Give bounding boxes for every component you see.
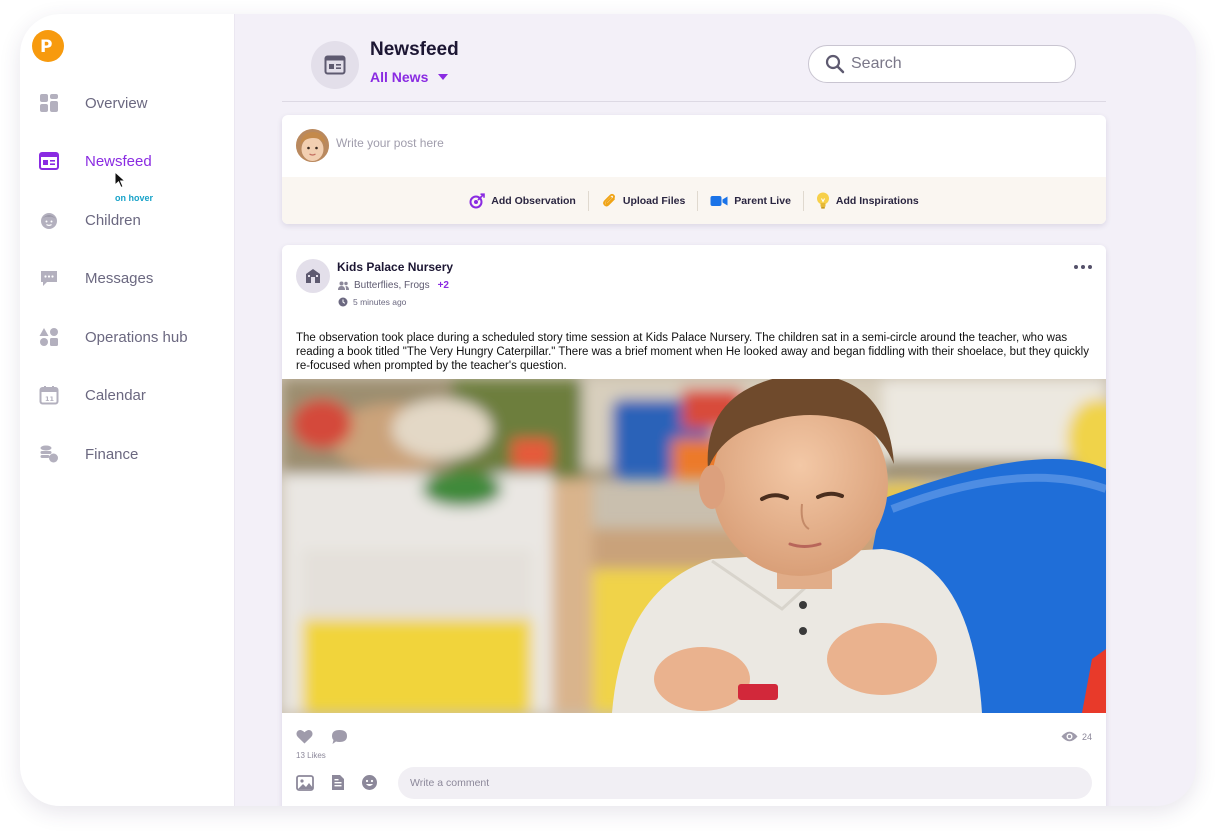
app-window: P Overview Newsfeed on hover Children Me… <box>20 14 1196 806</box>
sidebar-item-label: Operations hub <box>85 328 188 346</box>
sidebar-item-label: Calendar <box>85 386 146 404</box>
news-filter-dropdown[interactable]: All News <box>370 69 449 85</box>
post-groups: Butterflies, Frogs +2 <box>338 280 449 291</box>
like-heart-icon[interactable] <box>296 729 313 745</box>
svg-text:P: P <box>40 37 52 57</box>
clock-icon <box>338 297 348 307</box>
filter-label: All News <box>370 69 429 85</box>
search-box[interactable] <box>808 45 1076 83</box>
action-label: Upload Files <box>622 194 686 207</box>
school-building-icon <box>306 269 320 283</box>
mouse-cursor-icon <box>114 170 127 194</box>
composer-actions: Add Observation Upload Files Parent Live… <box>282 177 1106 224</box>
post-options-button[interactable] <box>1074 265 1092 269</box>
sidebar: P Overview Newsfeed on hover Children Me… <box>20 14 235 806</box>
newsfeed-header-icon <box>311 41 359 89</box>
comment-bubble-icon[interactable] <box>331 729 348 745</box>
action-label: Add Observation <box>491 194 576 207</box>
chat-bubble-icon <box>38 267 60 289</box>
lightbulb-icon <box>816 192 830 209</box>
search-input[interactable] <box>851 55 1051 73</box>
post-timestamp: 5 minutes ago <box>338 297 406 307</box>
emoji-icon[interactable] <box>361 774 378 791</box>
document-icon[interactable] <box>330 774 345 791</box>
comment-box[interactable] <box>398 767 1092 799</box>
sidebar-item-overview[interactable]: Overview <box>20 83 235 123</box>
dot <box>1074 265 1078 269</box>
caret-down-icon <box>438 74 449 80</box>
post-card: Kids Palace Nursery Butterflies, Frogs +… <box>282 245 1106 806</box>
image-icon[interactable] <box>296 774 314 791</box>
shapes-icon <box>38 326 60 348</box>
sidebar-item-label: Overview <box>85 94 148 112</box>
action-label: Add Inspirations <box>835 194 919 207</box>
post-input[interactable] <box>336 136 936 150</box>
post-author[interactable]: Kids Palace Nursery <box>337 260 453 274</box>
post-time: 5 minutes ago <box>353 297 407 307</box>
logo-mark-icon: P <box>40 37 52 57</box>
child-playing-photo <box>282 379 1106 713</box>
newsfeed-icon <box>38 150 60 172</box>
more-groups-link[interactable]: +2 <box>438 280 449 291</box>
likes-count: 13 Likes <box>296 751 326 760</box>
sidebar-item-operations-hub[interactable]: Operations hub <box>20 317 235 357</box>
group-names: Butterflies, Frogs <box>354 280 430 291</box>
post-photo[interactable] <box>282 379 1106 713</box>
upload-files-button[interactable]: Upload Files <box>589 191 697 211</box>
sidebar-item-newsfeed[interactable]: Newsfeed <box>20 141 235 181</box>
sidebar-item-finance[interactable]: Finance <box>20 434 235 474</box>
calendar-icon: 11 <box>38 384 60 406</box>
sidebar-item-calendar[interactable]: 11 Calendar <box>20 375 235 415</box>
views-value: 24 <box>1081 731 1092 742</box>
eye-icon <box>1061 731 1078 742</box>
search-icon <box>825 54 845 74</box>
add-inspirations-button[interactable]: Add Inspirations <box>804 191 931 211</box>
sidebar-item-label: Newsfeed <box>85 152 152 170</box>
dot <box>1081 265 1085 269</box>
action-label: Parent Live <box>734 194 791 207</box>
svg-text:11: 11 <box>45 395 55 403</box>
comment-tools <box>296 774 378 791</box>
sidebar-item-children[interactable]: Children <box>20 200 235 240</box>
group-people-icon <box>338 281 349 290</box>
add-observation-button[interactable]: Add Observation <box>457 191 588 211</box>
dot <box>1088 265 1092 269</box>
video-camera-icon <box>710 195 728 207</box>
coins-icon <box>38 443 60 465</box>
reaction-buttons <box>296 729 348 745</box>
post-composer: Add Observation Upload Files Parent Live… <box>282 115 1106 224</box>
observation-icon <box>469 192 486 209</box>
main-content: Newsfeed All News Search Write your post… <box>236 14 1196 806</box>
sidebar-item-label: Finance <box>85 445 139 463</box>
header-divider <box>282 101 1106 102</box>
child-face-icon <box>38 209 60 231</box>
overview-icon <box>38 92 60 114</box>
sidebar-item-label: Children <box>85 211 141 229</box>
sidebar-item-messages[interactable]: Messages <box>20 258 235 298</box>
paperclip-icon <box>601 193 617 209</box>
parent-live-button[interactable]: Parent Live <box>698 191 803 211</box>
post-body: The observation took place during a sche… <box>296 332 1089 372</box>
user-avatar[interactable] <box>296 129 329 162</box>
comment-input[interactable] <box>410 777 1010 789</box>
nursery-avatar[interactable] <box>296 259 330 293</box>
app-logo[interactable]: P <box>32 30 64 62</box>
page-title: Newsfeed <box>370 39 459 60</box>
sidebar-item-label: Messages <box>85 269 154 287</box>
views-count: 24 <box>1061 731 1092 742</box>
